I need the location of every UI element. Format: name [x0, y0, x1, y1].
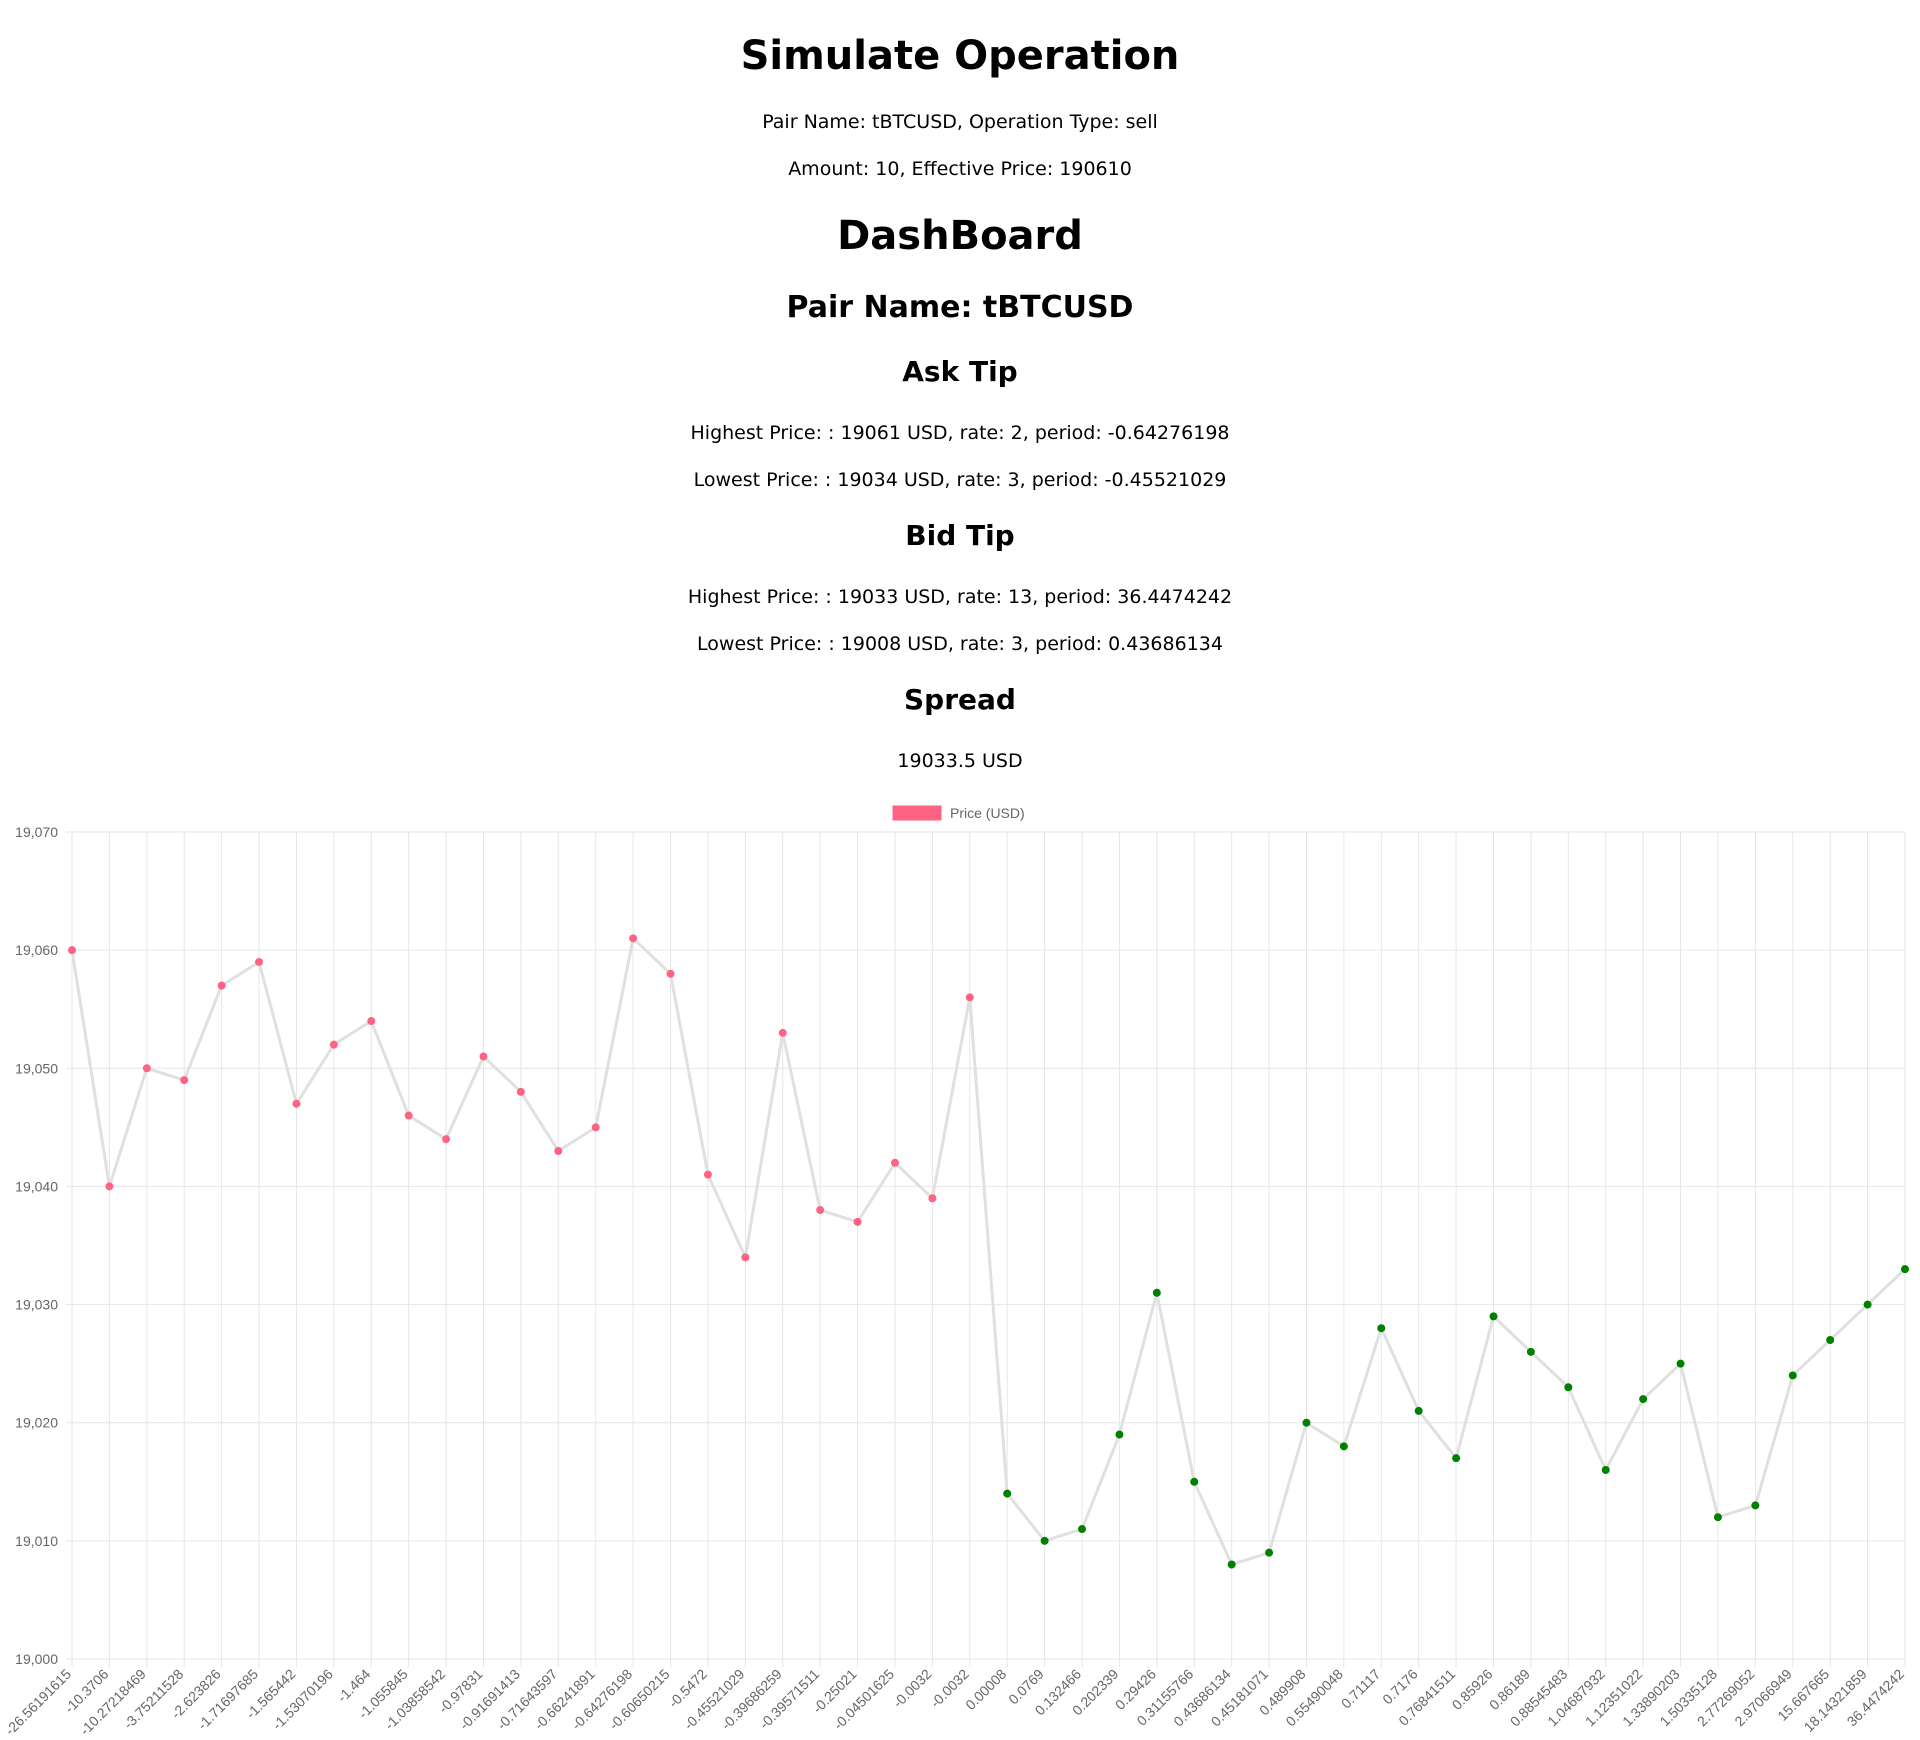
price-point [1339, 1442, 1348, 1451]
y-tick-label: 19,030 [15, 1297, 58, 1313]
price-point [1601, 1465, 1610, 1474]
price-point [142, 1064, 151, 1073]
price-point [1788, 1371, 1797, 1380]
price-point [1227, 1560, 1236, 1569]
price-point [928, 1194, 937, 1203]
price-point [1564, 1383, 1573, 1392]
price-point [1377, 1324, 1386, 1333]
price-point [105, 1182, 114, 1191]
y-tick-label: 19,020 [15, 1415, 58, 1431]
price-point [853, 1217, 862, 1226]
price-point [1265, 1548, 1274, 1557]
price-point [516, 1087, 525, 1096]
chart-grid [66, 831, 1906, 1667]
x-tick-label: 0.71117 [1338, 1666, 1384, 1712]
price-point [1489, 1312, 1498, 1321]
price-point [292, 1099, 301, 1108]
price-line-group [70, 936, 1907, 1566]
price-point [1414, 1406, 1423, 1415]
price-point [1190, 1477, 1199, 1486]
price-point [1751, 1501, 1760, 1510]
price-point [367, 1017, 376, 1026]
price-point [1302, 1418, 1311, 1427]
price-point [1003, 1489, 1012, 1498]
price-point [666, 969, 675, 978]
chart-legend[interactable]: Price (USD) [892, 805, 1025, 821]
price-point [255, 957, 264, 966]
price-point [741, 1253, 750, 1262]
price-point [778, 1028, 787, 1037]
price-chart: 19,000 19,010 19,020 19,030 19,040 19,050 19,0… [2, 805, 1909, 1738]
price-point [217, 981, 226, 990]
legend-swatch[interactable] [892, 805, 942, 821]
y-tick-label: 19,010 [15, 1533, 58, 1549]
price-point [591, 1123, 600, 1132]
price-point [1639, 1395, 1648, 1404]
y-tick-label: 19,050 [15, 1060, 58, 1076]
x-tick-label: 0.00008 [962, 1666, 1009, 1713]
price-point [703, 1170, 712, 1179]
chart-axes: 19,000 19,010 19,020 19,030 19,040 19,050 19,0… [2, 824, 1908, 1738]
y-tick-label: 19,040 [15, 1178, 58, 1194]
price-point [1526, 1347, 1535, 1356]
x-tick-label: 0.85926 [1449, 1666, 1496, 1713]
price-point [442, 1135, 451, 1144]
price-point [180, 1076, 189, 1085]
price-point [816, 1206, 825, 1215]
price-point [1115, 1430, 1124, 1439]
price-point [1152, 1288, 1161, 1297]
x-tick-label: -0.0032 [890, 1666, 935, 1711]
price-point [1901, 1265, 1909, 1274]
price-point [1040, 1536, 1049, 1545]
price-point [479, 1052, 488, 1061]
price-point [1713, 1513, 1722, 1522]
price-point [68, 946, 76, 955]
price-point [1452, 1454, 1461, 1463]
price-point [1676, 1359, 1685, 1368]
price-point [554, 1146, 563, 1155]
y-tick-label: 19,000 [15, 1651, 58, 1667]
price-point [1078, 1525, 1087, 1534]
y-tick-label: 19,060 [15, 942, 58, 958]
price-point [629, 934, 638, 943]
y-tick-label: 19,070 [15, 824, 58, 840]
price-line [70, 936, 1907, 1566]
price-point [329, 1040, 338, 1049]
price-point [890, 1158, 899, 1167]
price-point [404, 1111, 413, 1120]
price-point [965, 993, 974, 1002]
legend-label[interactable]: Price (USD) [950, 805, 1025, 821]
price-point [1826, 1336, 1835, 1345]
price-point [1863, 1300, 1872, 1309]
